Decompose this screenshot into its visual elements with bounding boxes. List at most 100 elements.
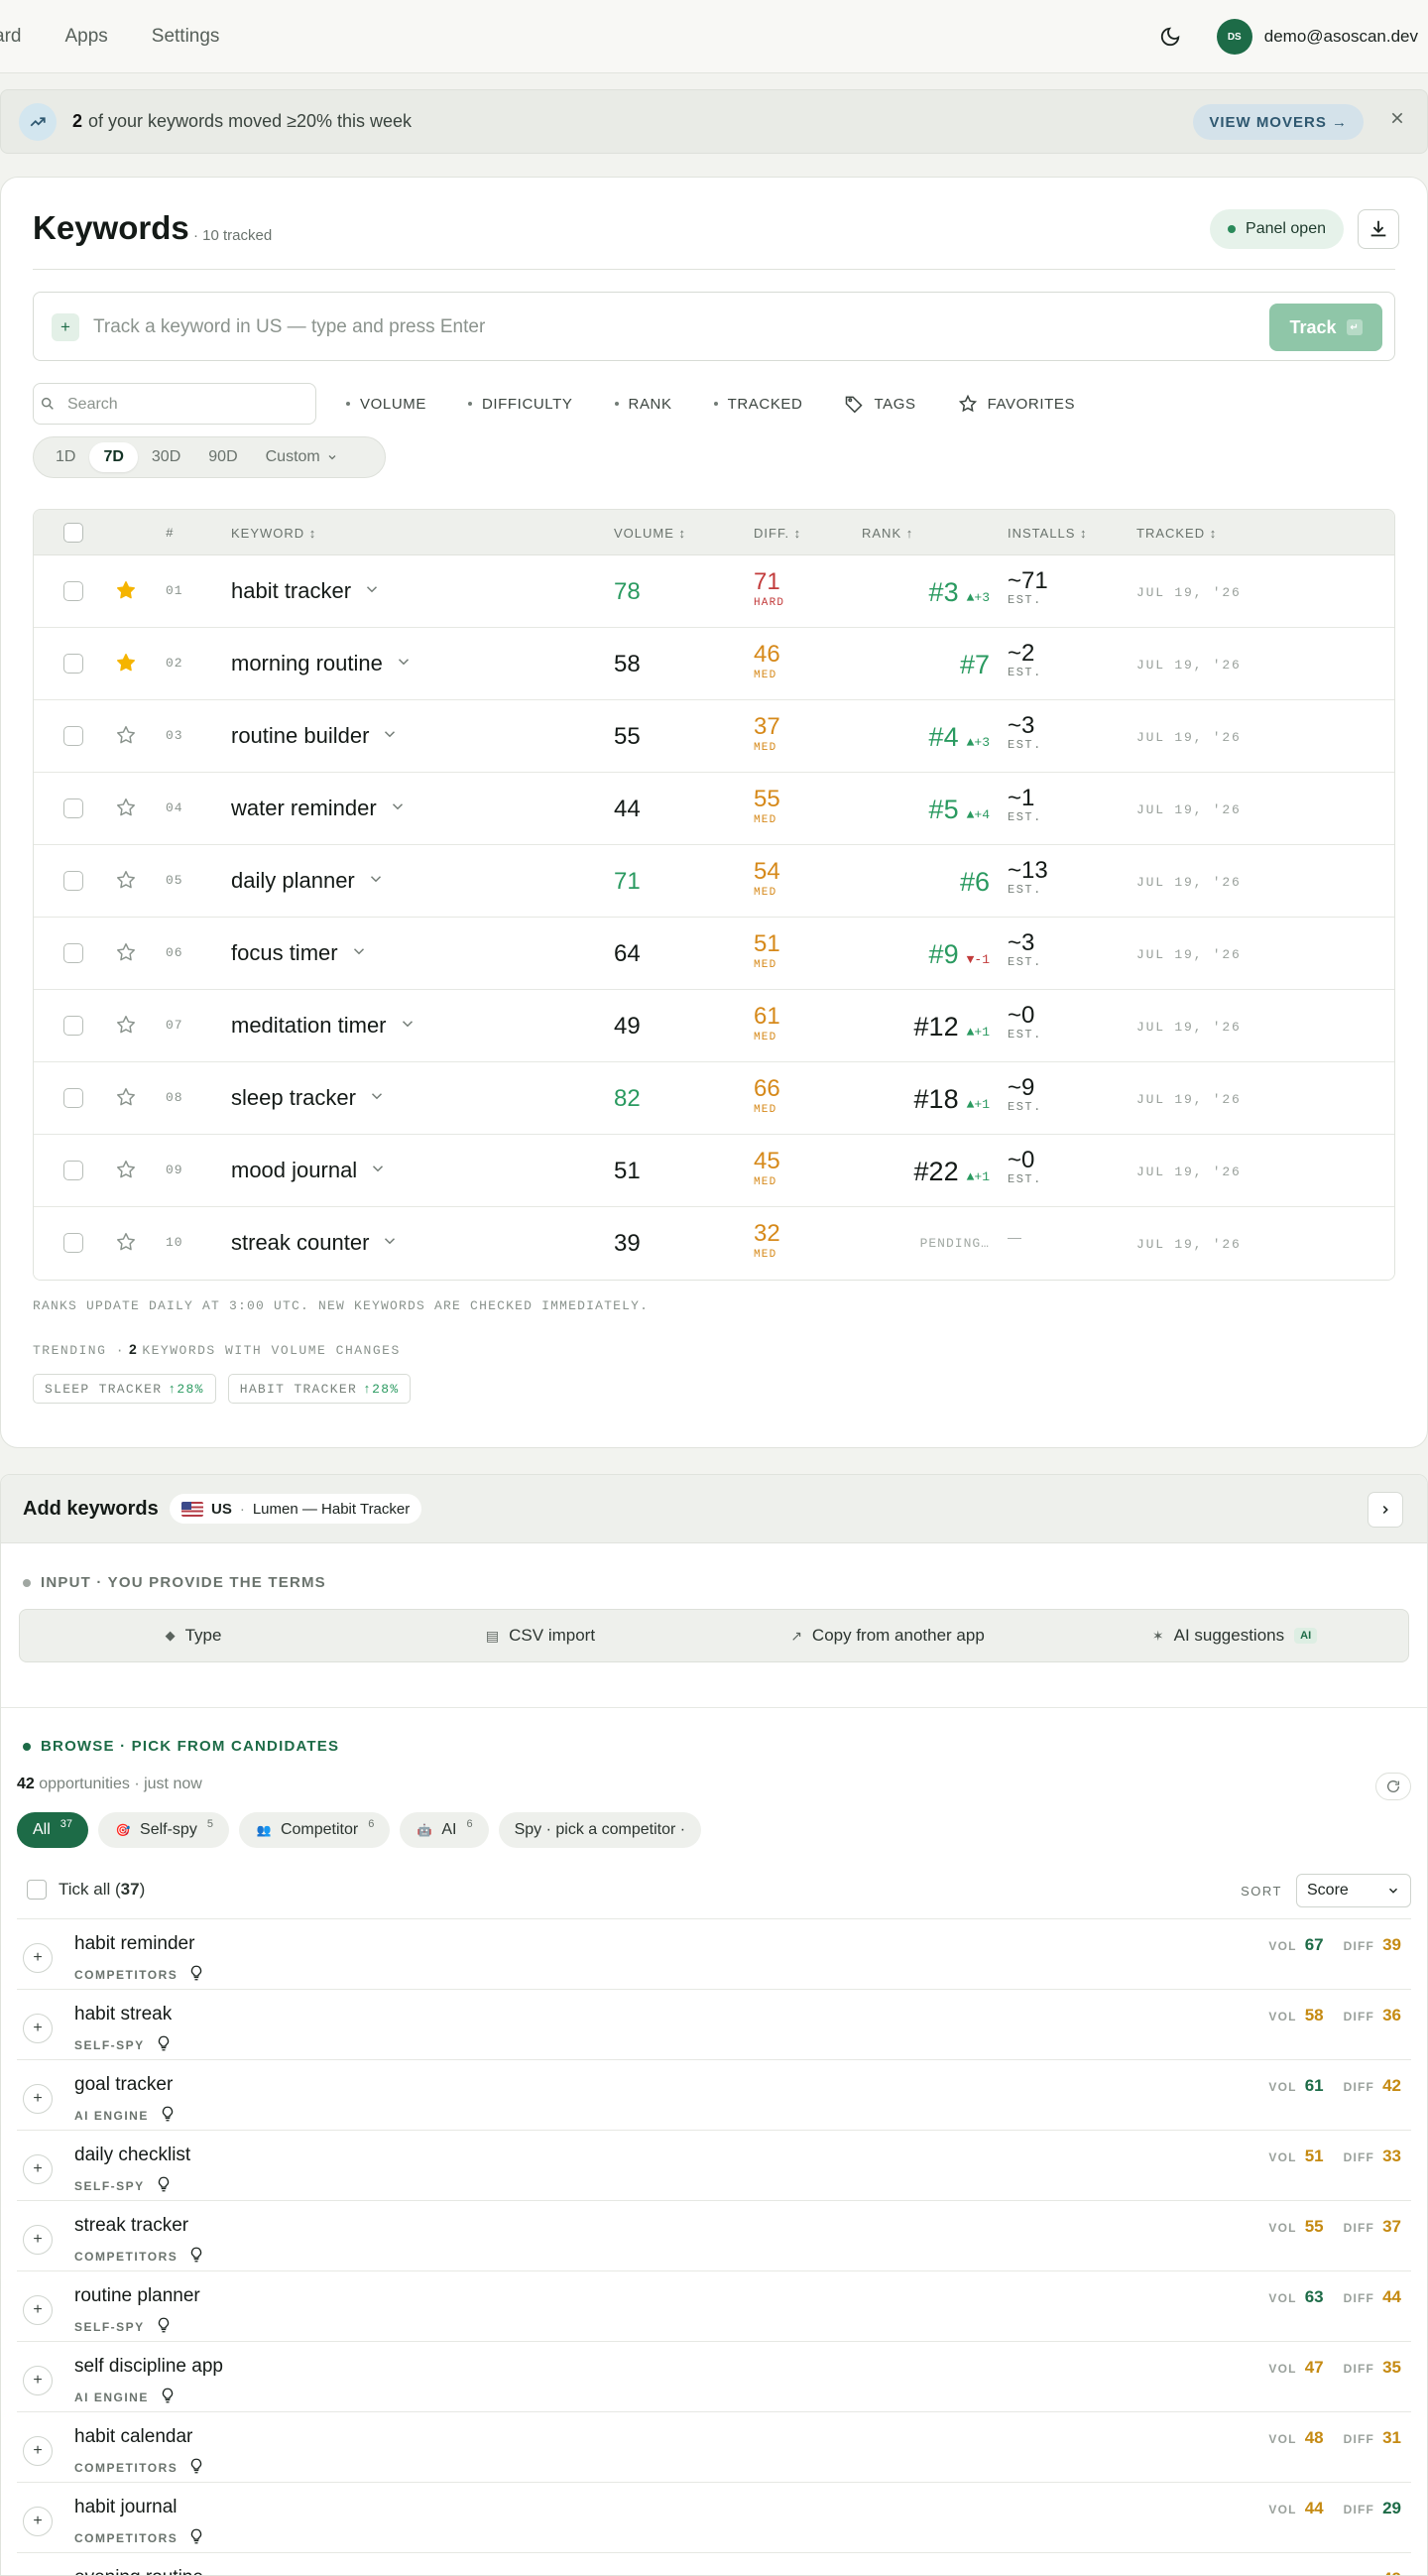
nav-dashboard[interactable]: ard (0, 26, 21, 48)
trending-chip[interactable]: SLEEP TRACKER ↑28% (33, 1374, 216, 1404)
row-checkbox[interactable] (63, 1088, 83, 1108)
keyword-name[interactable]: sleep tracker (231, 1085, 386, 1111)
chevron-down-icon[interactable] (368, 1085, 386, 1111)
star-icon[interactable] (115, 1014, 137, 1041)
add-candidate-button[interactable]: + (23, 1943, 53, 1973)
range-90d[interactable]: 90D (194, 442, 251, 472)
star-icon[interactable] (115, 941, 137, 968)
filter-tracked[interactable]: TRACKED (713, 396, 803, 413)
lightbulb-icon[interactable] (187, 2526, 205, 2549)
row-checkbox[interactable] (63, 654, 83, 674)
table-row[interactable]: 05 daily planner 71 54 MED #6 ~13 EST. JUL 19, '… (34, 845, 1394, 918)
table-row[interactable]: 02 morning routine 58 46 MED #7 ~2 EST. JUL 19, … (34, 628, 1394, 700)
refresh-icon[interactable] (1375, 1773, 1411, 1800)
star-filled-icon[interactable] (115, 652, 137, 678)
range-custom[interactable]: Custom (252, 442, 352, 472)
star-icon[interactable] (115, 1086, 137, 1113)
tab-competitor[interactable]: 👥 Competitor 6 (238, 1812, 391, 1848)
range-7d[interactable]: 7D (89, 442, 138, 472)
list-item[interactable]: + habit journal COMPETITORS VOL 44 DIFF 29 (17, 2482, 1411, 2552)
lightbulb-icon[interactable] (155, 2033, 173, 2056)
mode-ai-suggestions[interactable]: ✶ AI suggestions AI (1061, 1610, 1408, 1661)
list-item[interactable]: +evening routineVOL49 (17, 2552, 1411, 2575)
mode-csv-import[interactable]: ▤ CSV import (367, 1610, 714, 1661)
chevron-down-icon[interactable] (369, 1158, 387, 1183)
table-row[interactable]: 06 focus timer 64 51 MED #9 ▼-1 ~3 EST. JUL 19, '… (34, 918, 1394, 990)
list-item[interactable]: + habit calendar COMPETITORS VOL 48 DIFF 31 (17, 2411, 1411, 2482)
add-candidate-button[interactable]: + (23, 2084, 53, 2114)
range-30d[interactable]: 30D (138, 442, 194, 472)
keyword-name[interactable]: routine builder (231, 723, 399, 749)
lightbulb-icon[interactable] (187, 1963, 205, 1986)
search-input[interactable]: Search (33, 383, 316, 425)
star-icon[interactable] (115, 1231, 137, 1258)
chevron-down-icon[interactable] (389, 796, 407, 821)
chevron-down-icon[interactable] (395, 651, 413, 676)
trending-chip[interactable]: HABIT TRACKER ↑28% (227, 1374, 412, 1404)
tab-ai[interactable]: 🤖 AI 6 (400, 1812, 489, 1848)
list-item[interactable]: + routine planner SELF-SPY VOL 63 DIFF 44 (17, 2270, 1411, 2341)
table-row[interactable]: 09 mood journal 51 45 MED #22 ▲+1 ~0 EST. JUL 19,… (34, 1135, 1394, 1207)
lightbulb-icon[interactable] (155, 2315, 173, 2338)
col-difficulty[interactable]: DIFF. ↕ (754, 526, 801, 541)
table-row[interactable]: 07 meditation timer 49 61 MED #12 ▲+1 ~0 EST. JUL… (34, 990, 1394, 1062)
table-row[interactable]: 04 water reminder 44 55 MED #5 ▲+4 ~1 EST. JUL 19… (34, 773, 1394, 845)
view-movers-button[interactable]: VIEW MOVERS → (1193, 104, 1364, 140)
add-candidate-button[interactable]: + (23, 2436, 53, 2466)
chevron-down-icon[interactable] (363, 578, 381, 604)
checkbox[interactable] (27, 1880, 47, 1900)
keyword-name[interactable]: daily planner (231, 868, 385, 894)
keyword-name[interactable]: streak counter (231, 1230, 399, 1256)
keyword-name[interactable]: habit tracker (231, 578, 381, 604)
list-item[interactable]: + habit streak SELF-SPY VOL 58 DIFF 36 (17, 1989, 1411, 2059)
table-row[interactable]: 08 sleep tracker 82 66 MED #18 ▲+1 ~9 EST. JUL 19… (34, 1062, 1394, 1135)
tick-all-checkbox[interactable]: Tick all (37) (27, 1880, 145, 1900)
list-item[interactable]: + streak tracker COMPETITORS VOL 55 DIFF 37 (17, 2200, 1411, 2270)
add-candidate-button[interactable]: + (23, 2154, 53, 2184)
sort-select[interactable]: Score (1296, 1874, 1411, 1907)
chevron-down-icon[interactable] (367, 868, 385, 894)
filter-favorites[interactable]: FAVORITES (958, 394, 1075, 414)
panel-open-toggle[interactable]: Panel open (1210, 209, 1344, 249)
col-rank[interactable]: RANK ↑ (862, 526, 913, 541)
mode-type[interactable]: ◆ Type (20, 1610, 367, 1661)
row-checkbox[interactable] (63, 1016, 83, 1036)
row-checkbox[interactable] (63, 798, 83, 818)
filter-rank[interactable]: RANK (614, 396, 672, 413)
nav-settings[interactable]: Settings (152, 26, 220, 48)
star-icon[interactable] (115, 869, 137, 896)
col-installs[interactable]: INSTALLS ↕ (1008, 526, 1088, 541)
track-button[interactable]: Track ↵ (1269, 304, 1382, 351)
filter-difficulty[interactable]: DIFFICULTY (467, 396, 573, 413)
col-tracked[interactable]: TRACKED ↕ (1136, 526, 1217, 541)
country-app-selector[interactable]: US · Lumen — Habit Tracker (170, 1494, 422, 1524)
col-volume[interactable]: VOLUME ↕ (614, 526, 686, 541)
chevron-right-icon[interactable] (1368, 1492, 1403, 1528)
list-item[interactable]: + habit reminder COMPETITORS VOL 67 DIFF 39 (17, 1918, 1411, 1989)
add-candidate-button[interactable]: + (23, 2366, 53, 2395)
tab-spy-competitor[interactable]: Spy · pick a competitor · (498, 1812, 702, 1848)
lightbulb-icon[interactable] (187, 2245, 205, 2268)
star-icon[interactable] (115, 1159, 137, 1185)
lightbulb-icon[interactable] (155, 2174, 173, 2197)
star-icon[interactable] (115, 724, 137, 751)
keyword-name[interactable]: focus timer (231, 940, 368, 966)
col-keyword[interactable]: KEYWORD ↕ (231, 526, 316, 541)
download-button[interactable] (1358, 209, 1399, 249)
table-row[interactable]: 01 habit tracker 78 71 HARD #3 ▲+3 ~71 EST. JUL 1… (34, 555, 1394, 628)
list-item[interactable]: + self discipline app AI ENGINE VOL 47 DIFF 35 (17, 2341, 1411, 2411)
star-filled-icon[interactable] (115, 579, 137, 606)
keyword-name[interactable]: water reminder (231, 796, 407, 821)
row-checkbox[interactable] (63, 871, 83, 891)
add-candidate-button[interactable]: + (23, 2225, 53, 2255)
user-email[interactable]: demo@asoscan.dev (1264, 27, 1418, 47)
tab-self-spy[interactable]: 🎯 Self-spy 5 (98, 1812, 229, 1848)
close-icon[interactable] (1389, 110, 1405, 131)
list-item[interactable]: + goal tracker AI ENGINE VOL 61 DIFF 42 (17, 2059, 1411, 2130)
theme-toggle-moon-icon[interactable] (1153, 20, 1187, 54)
select-all-checkbox[interactable] (63, 523, 83, 543)
add-candidate-button[interactable]: + (23, 2014, 53, 2043)
filter-tags[interactable]: TAGS (844, 394, 915, 414)
nav-apps[interactable]: Apps (64, 26, 107, 48)
add-candidate-button[interactable]: + (23, 2507, 53, 2536)
